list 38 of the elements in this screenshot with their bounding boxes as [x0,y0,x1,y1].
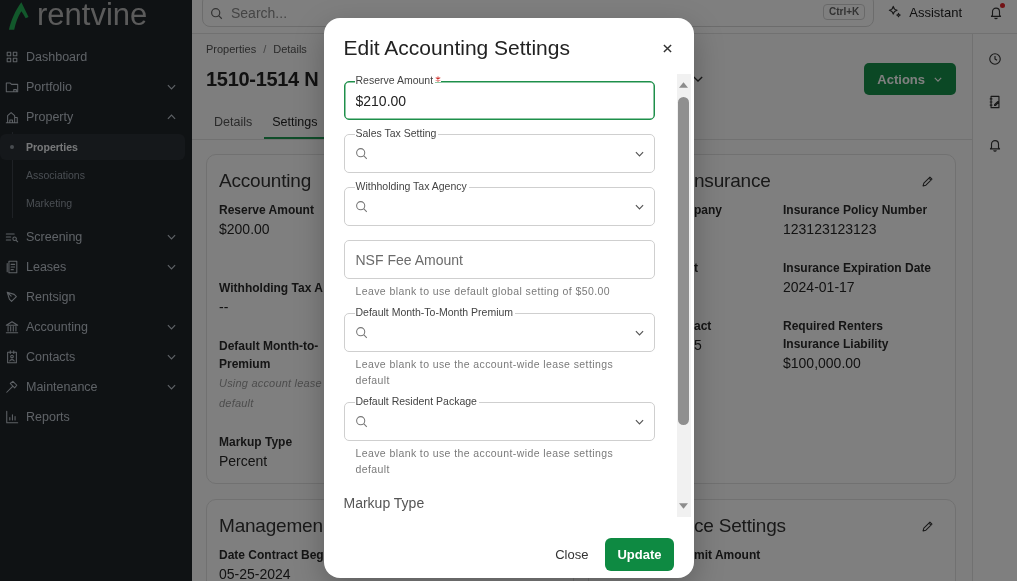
field-label: mit Amount [694,547,761,564]
helper-text: Leave blank to use default global setting of $50.00 [354,284,611,299]
helper-text: Leave blank to use the account-wide lease settings default [354,357,615,388]
card-title: Accounting [219,169,311,193]
card-title: ce Settings [694,514,786,538]
field-value: 5 [694,336,702,355]
field-label: Markup Type [219,434,293,451]
field-label: Default Month-To-Month Premium [354,306,516,319]
field-label: Required Renters Insurance Liability [783,318,890,353]
field-value: Percent [219,452,268,471]
field-value: 2024-01-17 [783,278,855,297]
section-label: Markup Type [343,494,426,513]
field-label: Insurance Expiration Date [783,260,932,277]
field-value: $100,000.00 [783,354,861,373]
breadcrumb-separator: / [263,42,267,56]
field-label: Insurance Policy Number [783,202,928,219]
field-value: 05-25-2024 [219,565,291,581]
field-label: t [694,260,698,277]
field-label: pany [694,202,722,219]
field-label: Default Resident Package [354,395,479,408]
field-label: act [694,318,712,335]
field-value: 123123123123 [783,220,877,239]
shortcut-hint: Ctrl+K [822,4,866,20]
brand-name: rentvine [37,0,148,30]
modal-title: Edit Accounting Settings [343,36,570,60]
helper-text: Leave blank to use the account-wide lease settings default [354,446,615,477]
field-label: Withholding Tax A [219,280,323,297]
field-label: Reserve Amount [354,74,436,87]
card-title: Managemen [219,514,323,538]
field-label: Date Contract Beg [219,547,324,564]
field-label: Withholding Tax Agency [354,180,469,193]
card-title: nsurance [694,169,771,193]
field-label: Sales Tax Setting [354,127,439,140]
field-label: Default Month-to- Premium [219,338,319,373]
page-title: 1510-1514 N [206,67,319,92]
field-value: -- [219,298,229,317]
field-label: Reserve Amount [219,202,314,219]
field-value: $200.00 [219,220,270,239]
